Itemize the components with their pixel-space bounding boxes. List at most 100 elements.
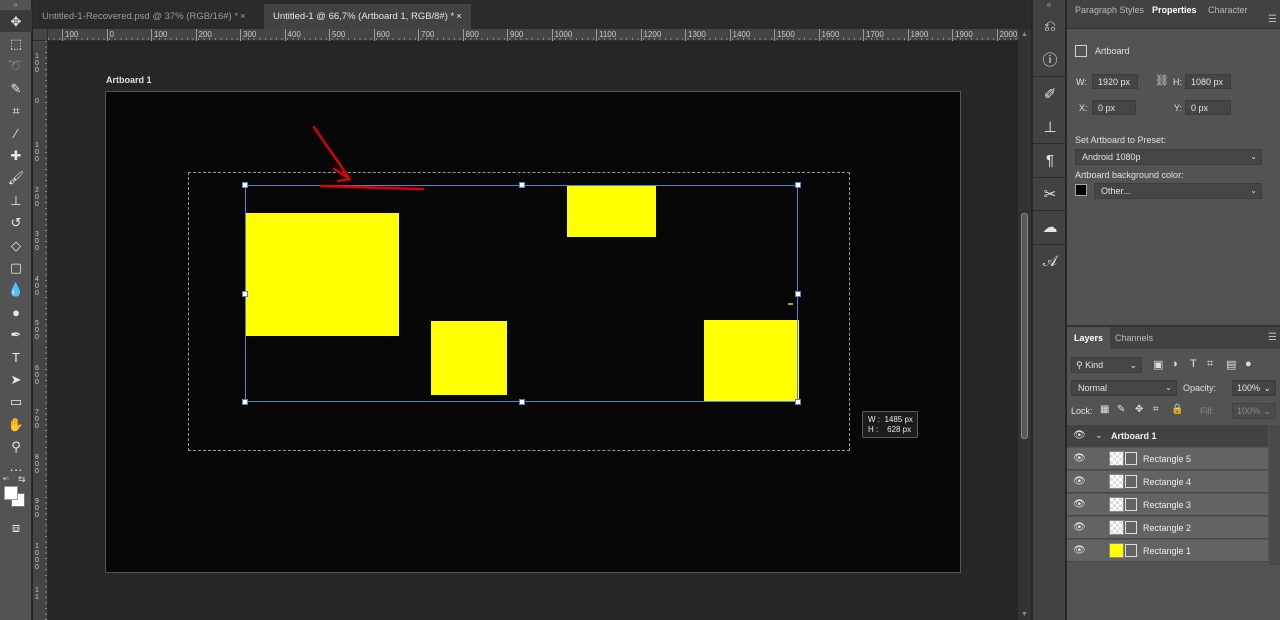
- scrollbar-thumb[interactable]: [1021, 213, 1028, 439]
- info-icon[interactable]: ⓘ: [1033, 44, 1067, 77]
- brush-settings-icon[interactable]: ✐: [1033, 77, 1067, 111]
- layer-row[interactable]: 👁 Rectangle 2: [1067, 517, 1268, 539]
- tab-document-1[interactable]: Untitled-1-Recovered.psd @ 37% (RGB/16#)…: [33, 4, 255, 29]
- tab-layers[interactable]: Layers: [1067, 327, 1111, 349]
- layer-row[interactable]: 👁 Rectangle 4: [1067, 471, 1268, 493]
- history-brush-icon[interactable]: ↺: [0, 212, 32, 234]
- chevron-down-icon: ⌄: [1263, 406, 1271, 416]
- zoom-icon[interactable]: ⚲: [0, 435, 32, 457]
- eraser-icon[interactable]: ◇: [0, 234, 32, 256]
- artboard-icon: [1075, 45, 1087, 57]
- tab-document-2[interactable]: Untitled-1 @ 66,7% (Artboard 1, RGB/8#) …: [264, 4, 471, 29]
- pixel-filter-icon[interactable]: ▣: [1153, 358, 1163, 371]
- visibility-eye-icon[interactable]: 👁: [1073, 499, 1086, 510]
- scroll-up-icon[interactable]: ▲: [1021, 31, 1028, 38]
- visibility-eye-icon[interactable]: 👁: [1073, 522, 1086, 533]
- layer-thumbnail: [1109, 474, 1124, 489]
- eyedropper-icon[interactable]: ⁄: [0, 122, 32, 144]
- y-field[interactable]: 0 px: [1185, 100, 1231, 115]
- quick-select-icon[interactable]: ✎: [0, 77, 32, 99]
- dodge-icon[interactable]: ●: [0, 301, 32, 323]
- libraries-icon[interactable]: ☁: [1033, 211, 1067, 245]
- lock-position-icon[interactable]: ✥: [1135, 404, 1143, 415]
- panel-grip[interactable]: »: [0, 0, 31, 10]
- layer-row[interactable]: 👁 Rectangle 1: [1067, 540, 1268, 562]
- tab-properties[interactable]: Properties: [1152, 5, 1197, 19]
- document-canvas[interactable]: Artboard 1 W : 1485 px H : 628 px: [48, 41, 1018, 620]
- glyphs-icon[interactable]: 𝒜: [1033, 245, 1067, 279]
- layer-group-artboard-1[interactable]: 👁 ⌄ Artboard 1: [1067, 425, 1268, 447]
- color-swatches[interactable]: ▪▫ ⇆: [0, 474, 31, 516]
- height-field[interactable]: 1080 px: [1185, 74, 1231, 89]
- tab-channels[interactable]: Channels: [1108, 327, 1160, 349]
- visibility-eye-icon[interactable]: 👁: [1073, 545, 1086, 556]
- vertical-ruler[interactable]: 1 0 0 0 1 0 0 2 0 0 3 0 0 4 0 0 5 0 0 6 0 0 7 0 …: [33, 41, 48, 620]
- screen-mode-icon[interactable]: ⧈: [0, 516, 32, 538]
- canvas-scrollbar[interactable]: ▲ ▼: [1018, 29, 1031, 620]
- clone-source-icon[interactable]: ⊥: [1033, 111, 1067, 144]
- lock-artboard-icon[interactable]: ⌗: [1153, 404, 1159, 415]
- crop-icon[interactable]: ⌗: [0, 100, 32, 122]
- tab-paragraph-styles[interactable]: Paragraph Styles: [1075, 5, 1144, 19]
- kind-filter-select[interactable]: ⚲ Kind ⌄: [1071, 357, 1142, 373]
- visibility-eye-icon[interactable]: 👁: [1073, 476, 1086, 487]
- chevron-down-icon: ⌄: [1250, 186, 1257, 195]
- panel-menu-icon[interactable]: ☰: [1268, 14, 1277, 25]
- panel-grip[interactable]: «: [1033, 0, 1065, 10]
- visibility-eye-icon[interactable]: 👁: [1073, 453, 1086, 464]
- rectangle-icon[interactable]: ▭: [0, 391, 32, 413]
- move-icon[interactable]: ✥: [0, 10, 32, 33]
- link-icon[interactable]: ⛓: [1155, 74, 1169, 87]
- layers-scrollbar[interactable]: [1269, 425, 1280, 565]
- blur-icon[interactable]: 💧: [0, 279, 32, 301]
- ruler-tick-label: 2 0 0: [35, 186, 39, 208]
- artboard-heading: Artboard: [1075, 45, 1130, 57]
- layer-row[interactable]: 👁 Rectangle 5: [1067, 448, 1268, 470]
- width-field[interactable]: 1920 px: [1092, 74, 1138, 89]
- lasso-icon[interactable]: ➰: [0, 55, 32, 77]
- close-icon[interactable]: ×: [240, 11, 246, 22]
- tab-character[interactable]: Character: [1208, 5, 1248, 19]
- fill-field[interactable]: 100% ⌄: [1232, 403, 1276, 419]
- marquee-icon[interactable]: ⬚: [0, 32, 32, 54]
- history-icon[interactable]: ⎌: [1033, 10, 1067, 44]
- ruler-origin[interactable]: [33, 29, 48, 41]
- foreground-color-swatch[interactable]: [4, 486, 18, 501]
- smart-object-filter-icon[interactable]: ▤: [1226, 358, 1236, 371]
- opacity-field[interactable]: 100% ⌄: [1232, 380, 1276, 396]
- tool-presets-icon[interactable]: ✂: [1033, 178, 1067, 211]
- clone-stamp-icon[interactable]: ⊥: [0, 189, 32, 211]
- lock-pixels-icon[interactable]: ✎: [1117, 404, 1125, 415]
- close-icon[interactable]: ×: [456, 11, 462, 22]
- path-select-icon[interactable]: ➤: [0, 368, 32, 390]
- ruler-tick-label: 1 1: [35, 587, 39, 601]
- horizontal-ruler[interactable]: 100 0 100 200 300 400 500 600 700 800 900 1000 1100 1…: [48, 29, 1018, 41]
- default-colors-icon[interactable]: ▪▫: [3, 474, 9, 483]
- adjustment-filter-icon[interactable]: ◑: [1171, 358, 1178, 370]
- visibility-eye-icon[interactable]: 👁: [1073, 430, 1086, 441]
- scroll-down-icon[interactable]: ▼: [1021, 611, 1028, 618]
- pen-icon[interactable]: ✒: [0, 323, 32, 345]
- paragraph-icon[interactable]: ¶: [1033, 144, 1067, 178]
- x-field[interactable]: 0 px: [1092, 100, 1136, 115]
- type-icon[interactable]: T: [0, 346, 32, 368]
- artboard-background-swatch[interactable]: [1075, 184, 1087, 196]
- hand-icon[interactable]: ✋: [0, 413, 32, 435]
- expand-chevron-icon[interactable]: ⌄: [1095, 430, 1103, 441]
- healing-brush-icon[interactable]: ✚: [0, 144, 32, 166]
- lock-all-icon[interactable]: 🔒: [1171, 404, 1183, 415]
- background-color-select[interactable]: Other... ⌄: [1094, 183, 1262, 199]
- background-color-label: Artboard background color:: [1075, 170, 1184, 180]
- layer-row[interactable]: 👁 Rectangle 3: [1067, 494, 1268, 516]
- blend-mode-select[interactable]: Normal ⌄: [1071, 380, 1177, 396]
- layer-name: Rectangle 5: [1143, 454, 1192, 464]
- gradient-icon[interactable]: ▢: [0, 256, 32, 278]
- shape-filter-icon[interactable]: ⌗: [1207, 358, 1213, 371]
- panel-menu-icon[interactable]: ☰: [1268, 332, 1277, 343]
- brush-icon[interactable]: 🖌: [0, 167, 32, 189]
- swap-colors-icon[interactable]: ⇆: [18, 474, 26, 485]
- lock-transparency-icon[interactable]: ▦: [1100, 404, 1109, 415]
- filter-toggle-icon[interactable]: ●: [1245, 358, 1252, 370]
- preset-select[interactable]: Android 1080p ⌄: [1075, 149, 1262, 165]
- type-filter-icon[interactable]: T: [1190, 358, 1197, 370]
